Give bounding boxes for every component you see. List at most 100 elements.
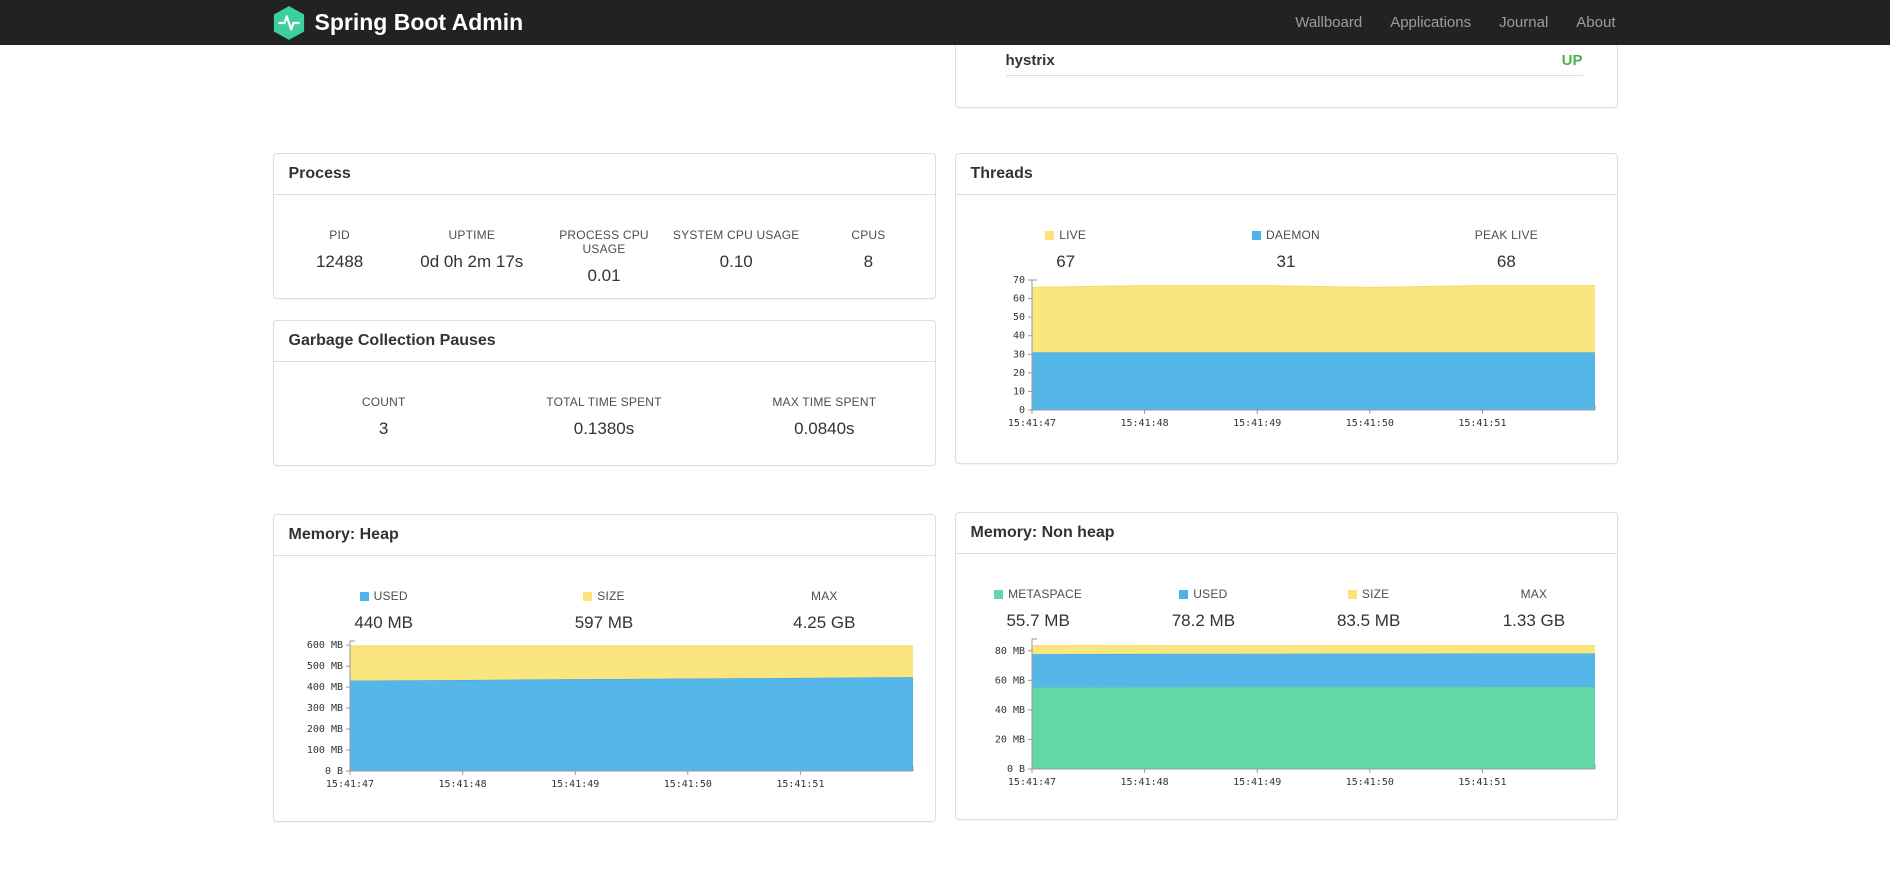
legend-label: MAX xyxy=(1520,587,1548,601)
svg-text:15:41:50: 15:41:50 xyxy=(1345,418,1393,429)
svg-text:15:41:47: 15:41:47 xyxy=(1007,777,1055,788)
stat-gc-max-time: MAX TIME SPENT 0.0840s xyxy=(714,395,934,439)
legend-value: 440 MB xyxy=(354,613,413,632)
heap-legend: USED 440 MB SIZE 597 MB MAX 4.25 GB xyxy=(274,556,935,633)
svg-text:15:41:49: 15:41:49 xyxy=(551,779,599,790)
svg-text:15:41:49: 15:41:49 xyxy=(1233,418,1281,429)
size-swatch-icon xyxy=(583,592,593,601)
legend-nonheap-max: MAX 1.33 GB xyxy=(1451,587,1616,631)
svg-text:15:41:50: 15:41:50 xyxy=(1345,777,1393,788)
legend-peak-live: PEAK LIVE 68 xyxy=(1396,228,1616,272)
gc-panel-title: Garbage Collection Pauses xyxy=(273,321,935,362)
stat-value: 0.01 xyxy=(587,266,621,285)
legend-label: USED xyxy=(373,589,408,603)
heap-memory-chart: 0 B 100 MB 200 MB 300 MB 400 MB 500 MB 600 MB 1… xyxy=(306,640,913,790)
svg-text:500 MB: 500 MB xyxy=(306,661,342,672)
svg-text:15:41:49: 15:41:49 xyxy=(1233,777,1281,788)
svg-text:600 MB: 600 MB xyxy=(306,640,342,651)
stat-value: 8 xyxy=(863,252,874,271)
svg-text:400 MB: 400 MB xyxy=(306,682,342,693)
stat-process-cpu-usage: PROCESS CPU USAGE 0.01 xyxy=(538,228,670,286)
nav-item-journal[interactable]: Journal xyxy=(1485,0,1562,45)
main-navigation: Wallboard Applications Journal About xyxy=(1281,0,1617,45)
svg-text:15:41:48: 15:41:48 xyxy=(1120,418,1168,429)
svg-text:60: 60 xyxy=(1012,294,1024,305)
process-panel: Process PID 12488 UPTIME 0d 0h 2m 17s PR… xyxy=(272,153,936,299)
threads-legend: LIVE 67 DAEMON 31 PEAK LIVE 68 xyxy=(956,195,1617,272)
legend-label: LIVE xyxy=(1059,228,1087,242)
legend-value: 597 MB xyxy=(574,613,634,632)
legend-value: 1.33 GB xyxy=(1502,611,1566,630)
svg-text:15:41:51: 15:41:51 xyxy=(1458,418,1506,429)
stat-value: 3 xyxy=(378,419,389,438)
memory-heap-panel: Memory: Heap USED 440 MB SIZE 597 MB MAX… xyxy=(272,514,936,822)
legend-value: 83.5 MB xyxy=(1336,611,1401,630)
stat-label: PID xyxy=(329,228,350,242)
stat-value: 0.1380s xyxy=(573,419,635,438)
legend-label: MAX xyxy=(811,589,838,603)
svg-text:10: 10 xyxy=(1012,386,1024,397)
top-navbar: Spring Boot Admin Wallboard Applications… xyxy=(0,0,1890,45)
svg-text:15:41:47: 15:41:47 xyxy=(325,779,373,790)
nav-item-about[interactable]: About xyxy=(1562,0,1617,45)
stat-value: 0d 0h 2m 17s xyxy=(420,252,524,271)
spring-boot-admin-logo-icon xyxy=(273,5,304,40)
legend-nonheap-size: SIZE 83.5 MB xyxy=(1286,587,1451,631)
svg-text:30: 30 xyxy=(1012,349,1024,360)
live-swatch-icon xyxy=(1045,231,1055,240)
process-stats: PID 12488 UPTIME 0d 0h 2m 17s PROCESS CP… xyxy=(274,195,935,286)
gc-stats: COUNT 3 TOTAL TIME SPENT 0.1380s MAX TIM… xyxy=(274,362,935,439)
svg-text:50: 50 xyxy=(1012,312,1024,323)
svg-text:0: 0 xyxy=(1018,405,1024,416)
stat-value: 0.10 xyxy=(719,252,753,271)
left-column: Process PID 12488 UPTIME 0d 0h 2m 17s PR… xyxy=(272,45,936,822)
svg-text:15:41:48: 15:41:48 xyxy=(438,779,486,790)
garbage-collection-panel: Garbage Collection Pauses COUNT 3 TOTAL … xyxy=(272,320,936,466)
svg-text:15:41:50: 15:41:50 xyxy=(663,779,711,790)
legend-daemon: DAEMON 31 xyxy=(1176,228,1396,272)
legend-label: SIZE xyxy=(1361,587,1390,601)
legend-nonheap-used: USED 78.2 MB xyxy=(1121,587,1286,631)
stat-gc-total-time: TOTAL TIME SPENT 0.1380s xyxy=(494,395,714,439)
application-name: hystrix xyxy=(1005,51,1055,69)
legend-heap-max: MAX 4.25 GB xyxy=(714,589,934,633)
daemon-swatch-icon xyxy=(1252,231,1262,240)
legend-value: 78.2 MB xyxy=(1171,611,1236,630)
process-panel-title: Process xyxy=(273,154,935,195)
svg-text:0 B: 0 B xyxy=(1006,764,1024,775)
stat-label: CPUS xyxy=(851,228,886,242)
legend-value: 55.7 MB xyxy=(1006,611,1070,630)
status-badge: UP xyxy=(1561,51,1583,69)
right-column: hystrix UP Threads LIVE 67 DAEMON 31 PEA… xyxy=(954,45,1618,820)
svg-text:40: 40 xyxy=(1012,331,1024,342)
nav-item-wallboard[interactable]: Wallboard xyxy=(1281,0,1376,45)
memory-nonheap-panel: Memory: Non heap METASPACE 55.7 MB USED … xyxy=(954,512,1618,820)
legend-metaspace: METASPACE 55.7 MB xyxy=(956,587,1121,631)
svg-text:15:41:47: 15:41:47 xyxy=(1007,418,1055,429)
svg-text:80 MB: 80 MB xyxy=(994,646,1024,657)
legend-value: 68 xyxy=(1496,252,1516,271)
heap-panel-title: Memory: Heap xyxy=(273,515,935,556)
legend-label: DAEMON xyxy=(1266,228,1320,242)
threads-chart: 0 10 20 30 40 50 60 70 15:41:47 15:41:48 15:41:49 1… xyxy=(1007,275,1595,429)
stat-label: UPTIME xyxy=(448,228,496,242)
nonheap-memory-chart: 0 B 20 MB 40 MB 60 MB 80 MB 15:41:47 15:41:48 1… xyxy=(994,638,1595,788)
stat-label: COUNT xyxy=(361,395,406,409)
metaspace-swatch-icon xyxy=(994,590,1004,599)
svg-text:300 MB: 300 MB xyxy=(306,703,342,714)
stat-system-cpu-usage: SYSTEM CPU USAGE 0.10 xyxy=(670,228,802,286)
legend-label: METASPACE xyxy=(1008,587,1083,601)
svg-text:200 MB: 200 MB xyxy=(306,724,342,735)
legend-heap-used: USED 440 MB xyxy=(274,589,494,633)
legend-heap-size: SIZE 597 MB xyxy=(494,589,714,633)
svg-text:100 MB: 100 MB xyxy=(306,745,342,756)
svg-text:20 MB: 20 MB xyxy=(994,734,1024,745)
nav-item-applications[interactable]: Applications xyxy=(1376,0,1485,45)
brand-title: Spring Boot Admin xyxy=(314,9,524,35)
legend-live: LIVE 67 xyxy=(956,228,1176,272)
legend-label: USED xyxy=(1193,587,1228,601)
threads-panel: Threads LIVE 67 DAEMON 31 PEAK LIVE 68 0… xyxy=(954,153,1618,464)
brand-link[interactable]: Spring Boot Admin xyxy=(273,5,524,41)
legend-value: 31 xyxy=(1276,252,1296,271)
application-row-hystrix[interactable]: hystrix UP xyxy=(1005,45,1583,76)
